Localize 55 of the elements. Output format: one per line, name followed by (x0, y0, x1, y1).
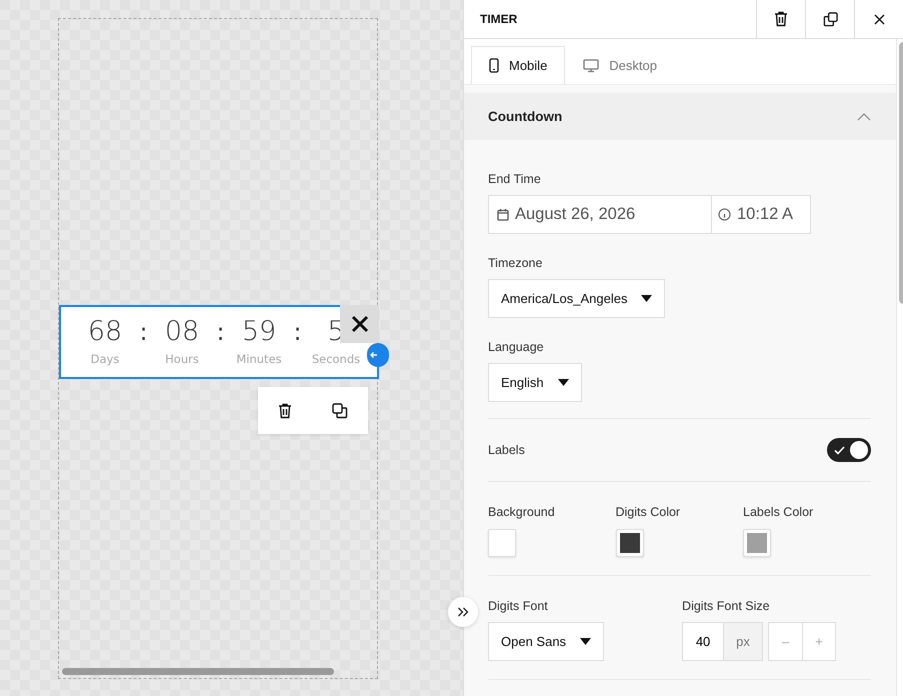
double-chevron-icon (457, 607, 469, 617)
date-field[interactable]: August 26, 2026 (488, 195, 712, 234)
duplicate-icon (822, 12, 838, 26)
field-label: End Time (488, 172, 542, 186)
section-header[interactable]: Countdown (464, 93, 896, 140)
duplicate-icon (332, 402, 348, 418)
monitor-icon (583, 58, 600, 72)
field-label: Labels (488, 443, 525, 457)
field-label: Background (488, 505, 556, 519)
field-label: Digits Font (488, 599, 549, 613)
chevron-icon (856, 112, 870, 120)
field-label: Language (488, 340, 545, 354)
countdown-separator: : (138, 317, 149, 348)
font-dropdown[interactable]: Open Sans (488, 622, 604, 661)
countdown-digits: 59 (242, 315, 276, 349)
countdown-separator: : (292, 317, 303, 348)
field-label: Timezone (488, 256, 544, 270)
labels-toggle[interactable] (826, 438, 870, 462)
trash-icon (278, 402, 292, 418)
color-swatch[interactable] (616, 529, 644, 557)
font-size-field[interactable]: 40 px (682, 622, 764, 661)
field-label: Labels Color (743, 505, 814, 519)
time-field[interactable]: 10:12 A (712, 195, 811, 234)
timezone-dropdown[interactable]: America/Los_Angeles (488, 279, 666, 318)
dropdown-arrow-icon (641, 295, 652, 302)
color-swatch[interactable] (488, 529, 516, 557)
countdown-separator: : (215, 317, 226, 348)
resize-handle[interactable] (367, 343, 389, 367)
countdown-label: Days (90, 352, 120, 366)
countdown-label: Seconds (312, 352, 360, 366)
arrow-icon (370, 351, 378, 359)
countdown-label: Minutes (236, 352, 282, 366)
dropdown-arrow-icon (558, 379, 569, 386)
unit-label: px (723, 623, 762, 660)
collapse-button[interactable] (448, 597, 478, 627)
scrollbar[interactable] (62, 668, 334, 675)
device-tab[interactable]: Mobile (471, 46, 566, 84)
close-icon (350, 315, 368, 333)
countdown-digits: 08 (164, 315, 200, 349)
close-button[interactable] (340, 305, 379, 343)
language-dropdown[interactable]: English (488, 363, 582, 402)
clock-icon (718, 208, 731, 221)
check-icon (834, 446, 844, 454)
field-label: Digits Color (616, 505, 682, 519)
trash-icon (774, 11, 788, 27)
dropdown-arrow-icon (580, 638, 592, 645)
calendar-icon (497, 208, 509, 221)
panel-title: TIMER (479, 12, 518, 26)
field-label: Digits Font Size (682, 599, 771, 613)
color-swatch[interactable] (743, 529, 771, 557)
countdown-digits: 68 (88, 315, 122, 349)
close-icon (874, 14, 884, 24)
countdown-label: Hours (165, 352, 199, 366)
device-tab[interactable]: Desktop (565, 46, 675, 84)
phone-icon (489, 58, 499, 73)
